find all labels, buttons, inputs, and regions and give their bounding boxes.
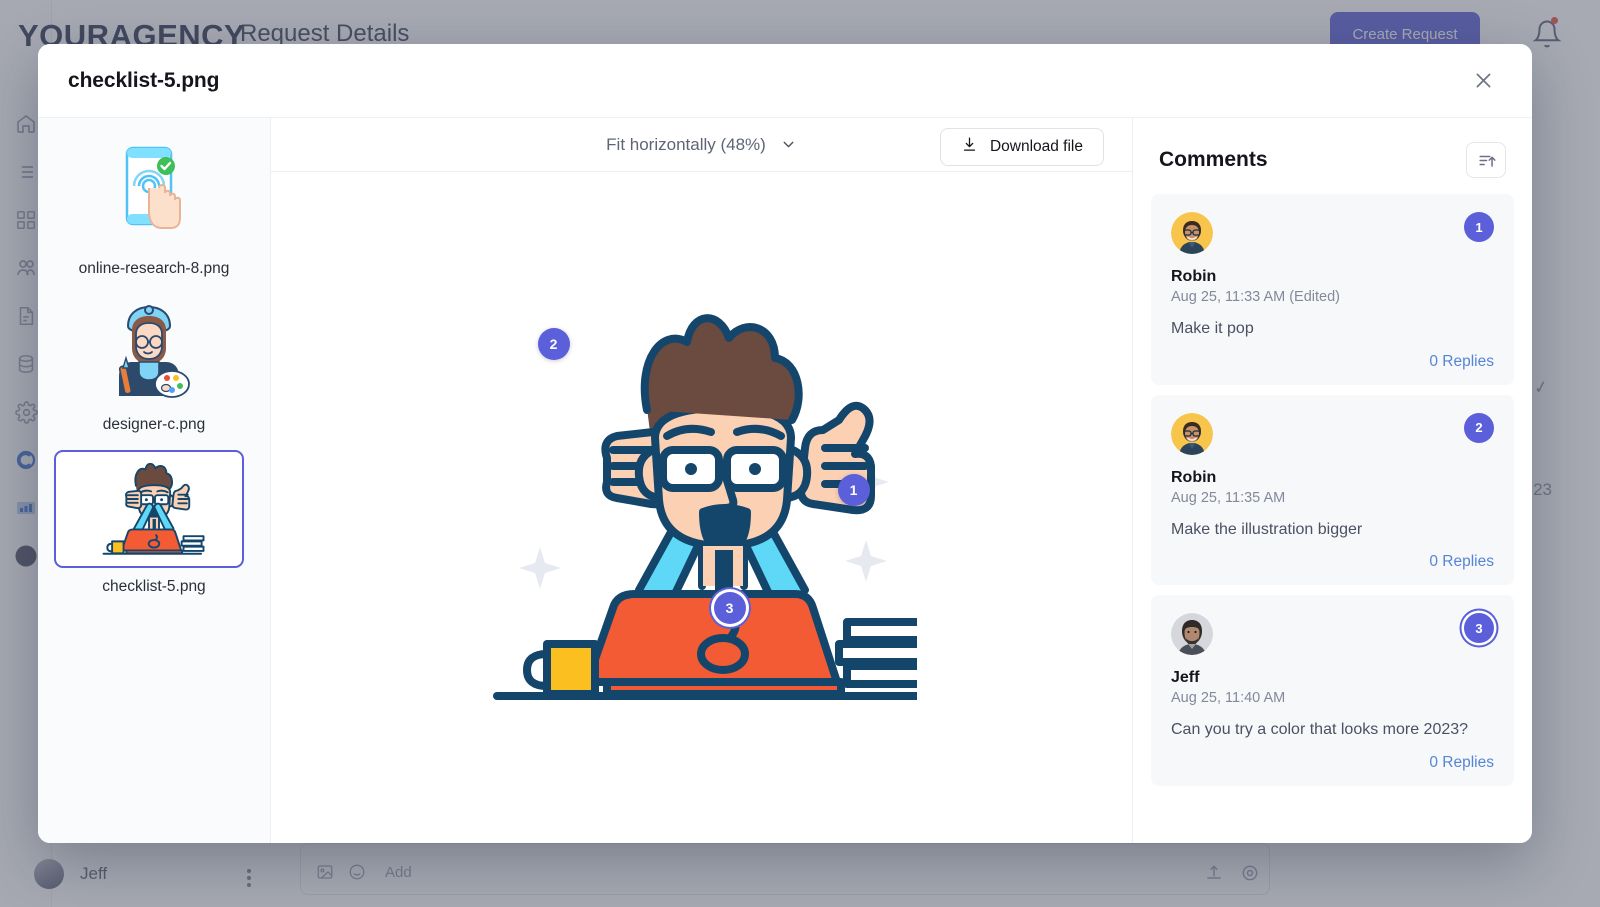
comment-top-row: 1 [1171, 212, 1494, 254]
file-name: online-research-8.png [78, 260, 230, 277]
comment-timestamp: Aug 25, 11:35 AM [1171, 489, 1286, 506]
file-thumbnail[interactable] [54, 294, 244, 406]
avatar [1171, 412, 1213, 455]
comment-replies-link[interactable]: 0 Replies [1171, 754, 1494, 772]
annotation-marker-2[interactable]: 2 [537, 327, 570, 360]
comment-timestamp: Aug 25, 11:40 AM [1171, 690, 1286, 707]
file-name: designer-c.png [102, 416, 206, 433]
comment-top-row: 3 [1171, 613, 1494, 656]
file-list-item-checklist[interactable]: checklist-5.png [54, 450, 254, 596]
annotation-marker-3[interactable]: 3 [713, 591, 746, 624]
comment-text: Make it pop [1171, 320, 1254, 337]
comment-author: Robin [1171, 268, 1217, 285]
comment-badge-label: 1 [1475, 219, 1483, 235]
comment-badge-label: 2 [1475, 420, 1483, 436]
file-preview-modal: checklist-5.png online-research-8.png de… [38, 44, 1532, 843]
file-viewer-pane: Fit horizontally (48%) Download file 1 2… [271, 118, 1132, 843]
file-list-pane[interactable]: online-research-8.png designer-c.png che… [38, 118, 271, 843]
avatar [1171, 613, 1213, 656]
avatar [1171, 212, 1213, 254]
modal-header: checklist-5.png [38, 44, 1532, 118]
comment-replies-link[interactable]: 0 Replies [1171, 353, 1494, 371]
comment-card[interactable]: 1 Robin Aug 25, 11:33 AM (Edited) Make i… [1151, 194, 1514, 385]
comment-timestamp: Aug 25, 11:33 AM (Edited) [1171, 289, 1341, 305]
comment-badge[interactable]: 3 [1464, 613, 1494, 644]
designer-girl-illustration [118, 305, 190, 398]
artwork-container: 1 2 3 [487, 298, 917, 718]
download-file-button[interactable]: Download file [939, 128, 1104, 166]
file-thumbnail-selected[interactable] [54, 450, 244, 568]
phone-tap-illustration [125, 146, 181, 229]
file-list-item-online-research[interactable]: online-research-8.png [54, 138, 254, 278]
modal-body: online-research-8.png designer-c.png che… [38, 118, 1532, 843]
comment-author: Jeff [1171, 669, 1200, 687]
annotation-marker-1[interactable]: 1 [837, 473, 870, 506]
comment-replies-link[interactable]: 0 Replies [1171, 553, 1494, 571]
happy-guy-laptop-illustration [102, 462, 205, 555]
happy-guy-laptop-artwork [492, 313, 917, 700]
file-thumbnail[interactable] [54, 138, 244, 250]
download-file-label: Download file [989, 138, 1083, 155]
zoom-level-dropdown[interactable]: Fit horizontally (48%) [606, 135, 797, 155]
comments-header: Comments [1133, 118, 1532, 194]
comments-title: Comments [1159, 148, 1268, 171]
download-icon [961, 136, 978, 158]
file-list-item-designer[interactable]: designer-c.png [54, 294, 254, 434]
marker-label: 3 [725, 599, 734, 616]
file-name: checklist-5.png [102, 578, 206, 595]
comment-top-row: 2 [1171, 412, 1494, 455]
comment-text: Make the illustration bigger [1171, 520, 1363, 538]
zoom-level-label: Fit horizontally (48%) [606, 134, 766, 154]
comment-card[interactable]: 3 Jeff Aug 25, 11:40 AM Can you try a co… [1151, 595, 1514, 786]
sort-ascending-icon[interactable] [1466, 142, 1506, 178]
comment-badge-label: 3 [1475, 620, 1483, 636]
modal-title: checklist-5.png [68, 68, 220, 92]
comment-card[interactable]: 2 Robin Aug 25, 11:35 AM Make the illust… [1151, 394, 1514, 586]
marker-label: 2 [549, 335, 558, 352]
comment-author: Robin [1171, 468, 1217, 486]
chevron-down-icon [780, 136, 797, 153]
comment-badge[interactable]: 2 [1464, 412, 1494, 443]
viewer-canvas[interactable]: 1 2 3 [271, 172, 1132, 843]
comment-text: Can you try a color that looks more 2023… [1171, 721, 1469, 739]
comments-list[interactable]: 1 Robin Aug 25, 11:33 AM (Edited) Make i… [1133, 194, 1532, 843]
close-icon[interactable] [1466, 64, 1500, 98]
comment-badge[interactable]: 1 [1464, 212, 1494, 242]
comments-pane: Comments 1 Robin Aug 25, 11:33 AM (Edite… [1132, 118, 1532, 843]
viewer-toolbar: Fit horizontally (48%) Download file [271, 118, 1132, 172]
marker-label: 1 [849, 481, 858, 498]
